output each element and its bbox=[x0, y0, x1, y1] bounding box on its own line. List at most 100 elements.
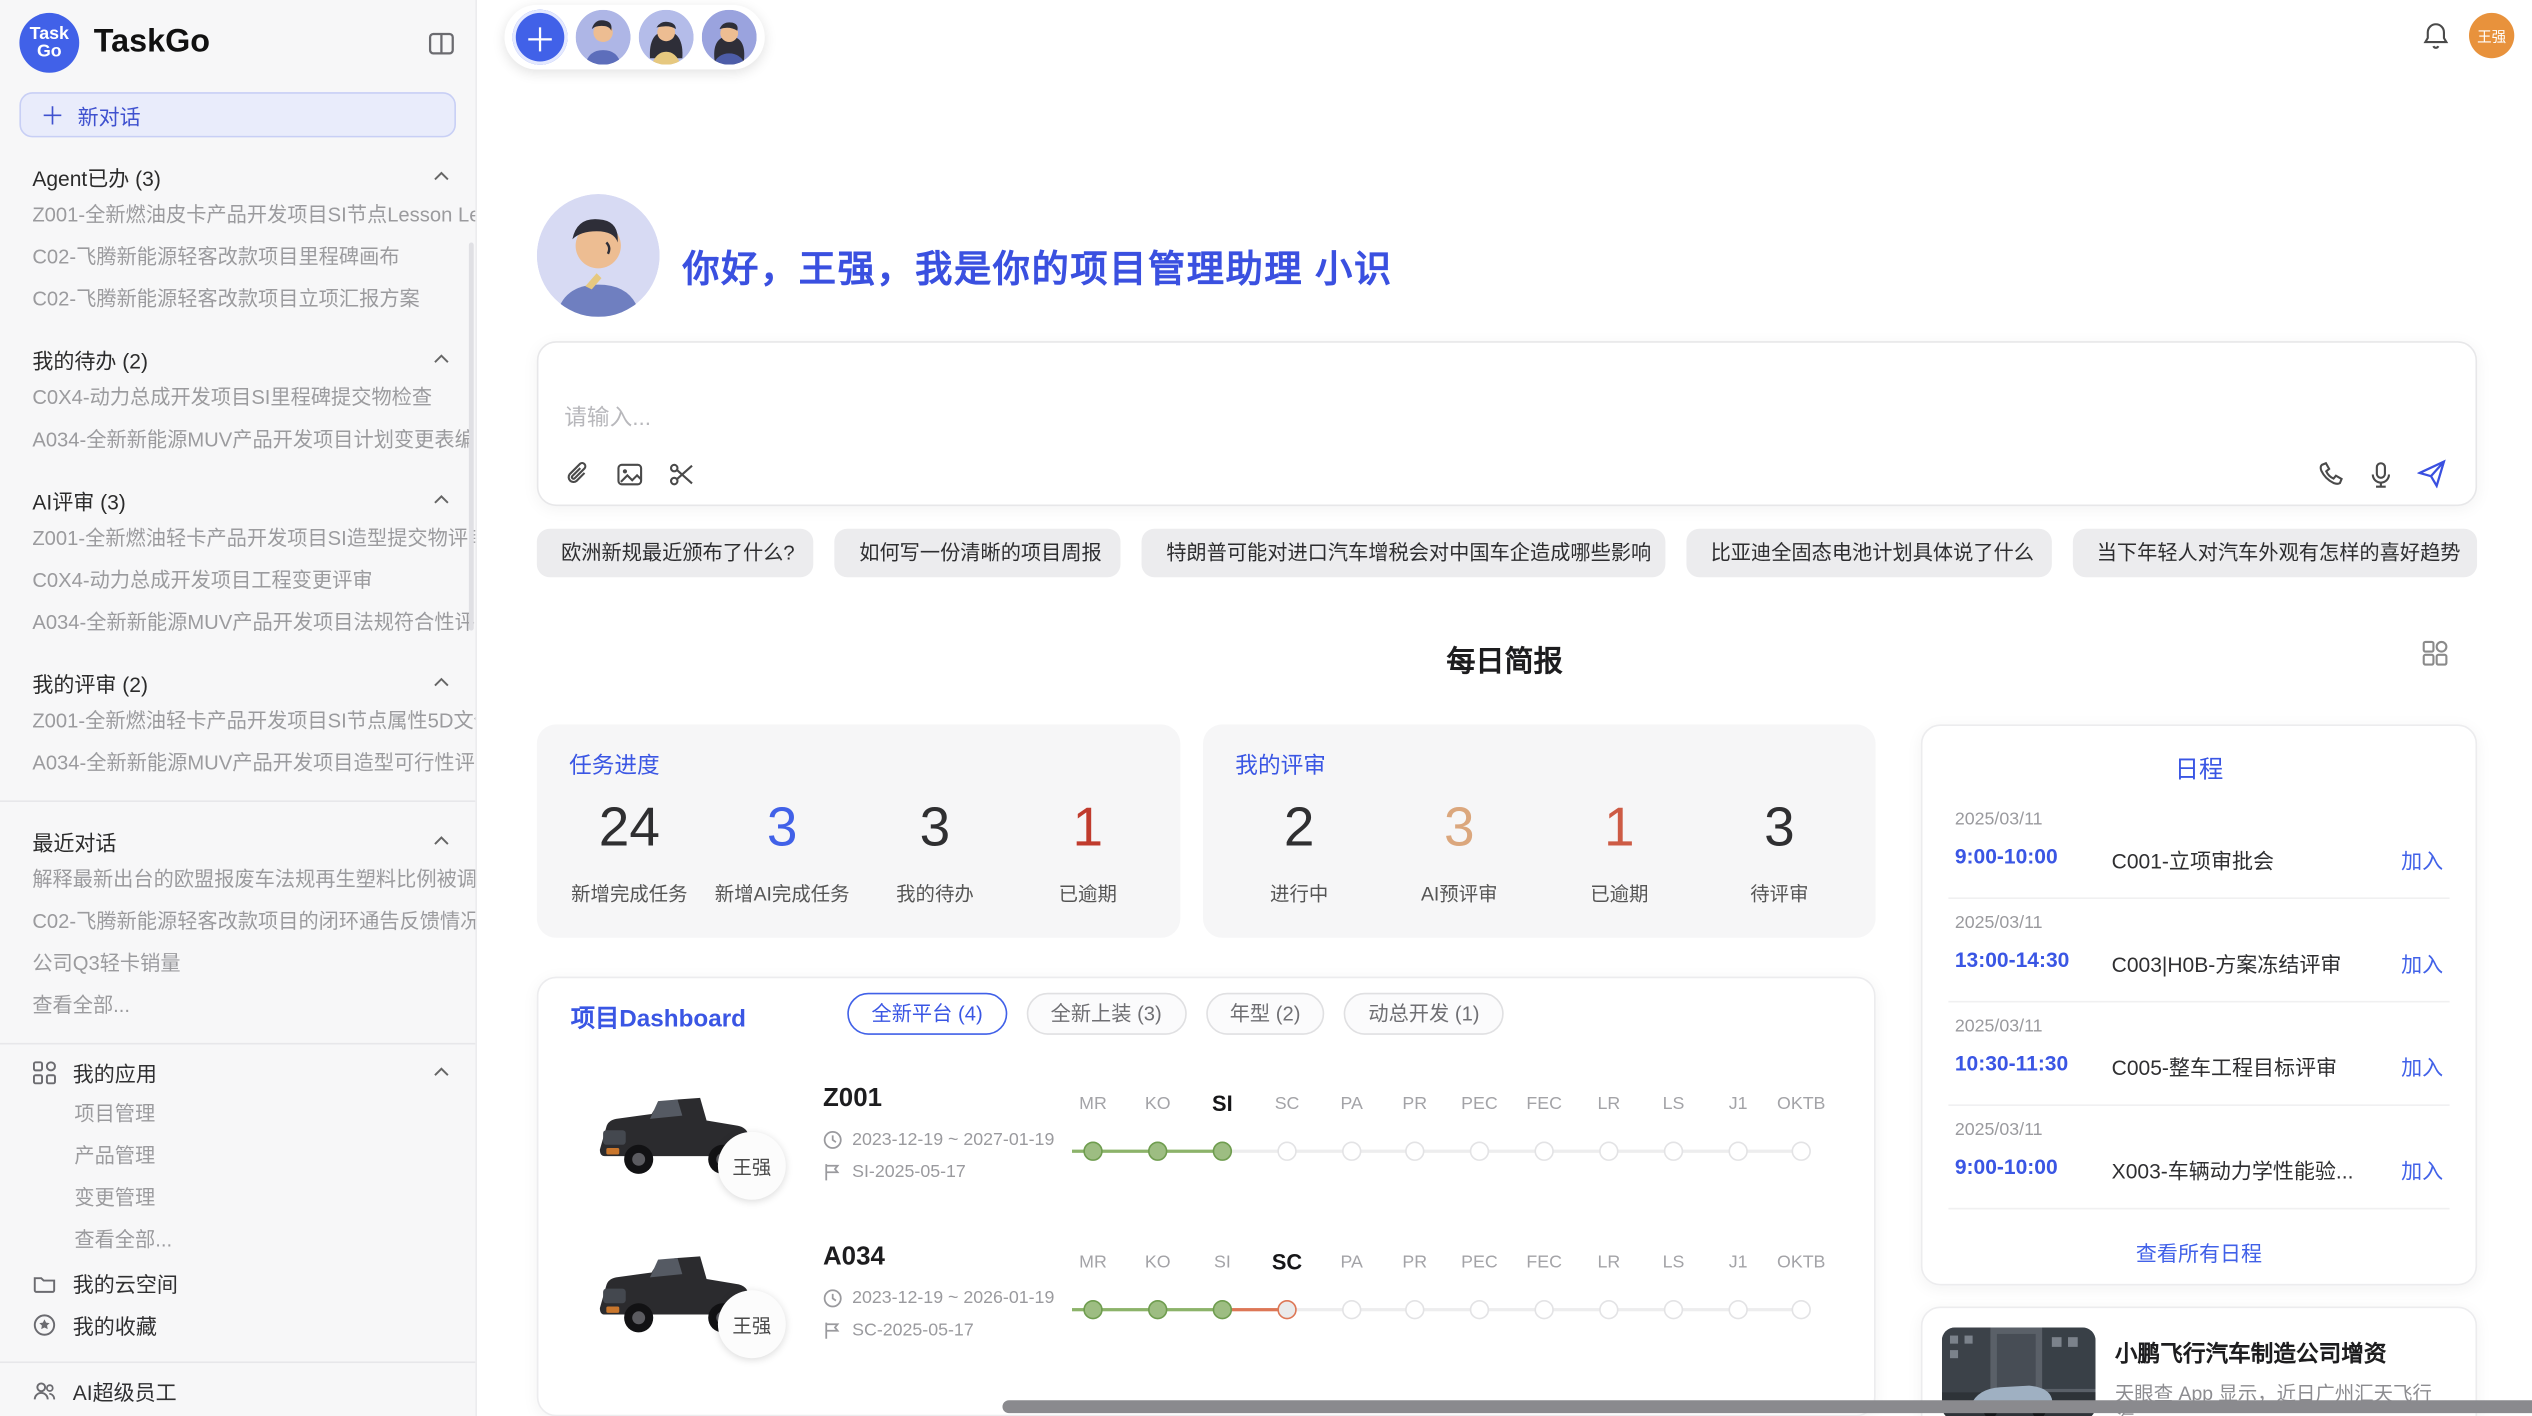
sidebar-item-label: AI超级员工 bbox=[73, 1375, 450, 1406]
view-all-link[interactable]: 查看全部... bbox=[32, 985, 475, 1027]
sidebar-scrollbar[interactable] bbox=[469, 243, 474, 631]
suggestion-chip[interactable]: 特朗普可能对进口汽车增税会对中国车企造成哪些影响 bbox=[1142, 529, 1665, 578]
stat: 3我的待办 bbox=[859, 786, 1012, 938]
notification-bell-icon[interactable] bbox=[2422, 21, 2449, 50]
list-item[interactable]: C02-飞腾新能源轻客改款项目里程碑画布 bbox=[32, 236, 475, 278]
milestone-label: KO bbox=[1122, 1095, 1193, 1114]
divider bbox=[0, 800, 475, 802]
sidebar-item-help-me-write[interactable]: 帮我写作 bbox=[32, 1412, 475, 1416]
sidebar-item-my-apps[interactable]: 我的应用 bbox=[32, 1051, 475, 1093]
section-my-todo[interactable]: 我的待办 (2) bbox=[32, 341, 475, 377]
project-row[interactable]: 王强 A034 2023-12-19 ~ 2026-01-19 SC-2025-… bbox=[538, 1211, 1875, 1369]
stat-value: 3 bbox=[706, 786, 859, 870]
chevron-up-icon[interactable] bbox=[433, 836, 449, 846]
phone-icon[interactable] bbox=[2317, 460, 2344, 487]
flag-date: SC-2025-05-17 bbox=[852, 1321, 974, 1340]
stat: 1已逾期 bbox=[1539, 786, 1699, 938]
card-title: 任务进度 bbox=[569, 749, 660, 781]
list-item[interactable]: Z001-全新燃油轻卡产品开发项目SI节点属性5D文件评审 bbox=[32, 700, 475, 742]
list-item[interactable]: A034-全新新能源MUV产品开发项目法规符合性评审 bbox=[32, 601, 475, 643]
event-name: C005-整车工程目标评审 bbox=[2112, 1051, 2337, 1082]
join-link[interactable]: 加入 bbox=[2401, 1154, 2443, 1185]
list-item[interactable]: C02-飞腾新能源轻客改款项目立项汇报方案 bbox=[32, 278, 475, 320]
attachment-icon[interactable] bbox=[564, 461, 591, 488]
join-link[interactable]: 加入 bbox=[2401, 948, 2443, 979]
chevron-up-icon[interactable] bbox=[433, 171, 449, 181]
stat: 2进行中 bbox=[1219, 786, 1379, 938]
user-avatar[interactable]: 王强 bbox=[2469, 13, 2514, 58]
list-item[interactable]: C0X4-动力总成开发项目工程变更评审 bbox=[32, 559, 475, 601]
horizontal-scrollbar[interactable] bbox=[1002, 1400, 2532, 1413]
sidebar-item-change-mgmt[interactable]: 变更管理 bbox=[32, 1177, 475, 1219]
chevron-up-icon[interactable] bbox=[433, 495, 449, 505]
milestone-label: PA bbox=[1316, 1253, 1387, 1272]
sidebar-item-cloud-space[interactable]: 我的云空间 bbox=[32, 1261, 475, 1303]
milestone-dot bbox=[1792, 1300, 1811, 1319]
join-link[interactable]: 加入 bbox=[2401, 1051, 2443, 1082]
section-ai-review[interactable]: AI评审 (3) bbox=[32, 482, 475, 518]
tab-new-body[interactable]: 全新上装 (3) bbox=[1026, 993, 1186, 1035]
list-item[interactable]: 公司Q3轻卡销量 bbox=[32, 943, 475, 985]
milestone-dot bbox=[1470, 1142, 1489, 1161]
sidebar-item-ai-super-staff[interactable]: AI超级员工 bbox=[32, 1370, 475, 1412]
sidebar: Task Go TaskGo ＋ 新对话 Agent已办 (3) Z001-全新… bbox=[0, 0, 477, 1416]
milestone-label: FEC bbox=[1509, 1253, 1580, 1272]
agent-avatar-3[interactable] bbox=[702, 10, 757, 65]
suggestion-chip[interactable]: 如何写一份清晰的项目周报 bbox=[835, 529, 1121, 578]
stat-label: 待评审 bbox=[1699, 880, 1859, 907]
stat-value: 3 bbox=[1699, 786, 1859, 870]
join-link[interactable]: 加入 bbox=[2401, 844, 2443, 875]
list-item[interactable]: A034-全新新能源MUV产品开发项目造型可行性评审 bbox=[32, 742, 475, 784]
list-item[interactable]: Z001-全新燃油轻卡产品开发项目SI造型提交物评审 bbox=[32, 517, 475, 559]
layout-grid-icon[interactable] bbox=[2422, 640, 2448, 666]
agent-avatar-1[interactable] bbox=[576, 10, 631, 65]
chevron-up-icon[interactable] bbox=[433, 677, 449, 687]
tab-model-year[interactable]: 年型 (2) bbox=[1205, 993, 1324, 1035]
section-my-review[interactable]: 我的评审 (2) bbox=[32, 665, 475, 701]
tab-powertrain-dev[interactable]: 动总开发 (1) bbox=[1344, 993, 1504, 1035]
sidebar-item-favorites[interactable]: 我的收藏 bbox=[32, 1303, 475, 1345]
chevron-up-icon[interactable] bbox=[433, 354, 449, 364]
sidebar-item-product-mgmt[interactable]: 产品管理 bbox=[32, 1135, 475, 1177]
microphone-icon[interactable] bbox=[2367, 460, 2394, 487]
list-item[interactable]: C02-飞腾新能源轻客改款项目的闭环通告反馈情况 bbox=[32, 901, 475, 943]
milestone-label: PEC bbox=[1444, 1095, 1515, 1114]
suggestion-chip[interactable]: 比亚迪全固态电池计划具体说了什么 bbox=[1686, 529, 2051, 578]
view-all-schedule-link[interactable]: 查看所有日程 bbox=[1922, 1237, 2475, 1268]
add-agent-button[interactable]: ＋ bbox=[513, 10, 568, 65]
collapse-sidebar-icon[interactable] bbox=[427, 28, 456, 57]
milestone-label: FEC bbox=[1509, 1095, 1580, 1114]
section-title: Agent已办 (3) bbox=[32, 161, 433, 192]
new-chat-button[interactable]: ＋ 新对话 bbox=[19, 92, 456, 137]
scissors-icon[interactable] bbox=[668, 461, 695, 488]
event-name: C001-立项审批会 bbox=[2112, 844, 2274, 875]
milestone-dot bbox=[1728, 1300, 1747, 1319]
list-item[interactable]: Z001-全新燃油皮卡产品开发项目SI节点Lesson Learn报告 bbox=[32, 194, 475, 236]
event-time: 9:00-10:00 bbox=[1955, 844, 2058, 868]
milestone-label: MR bbox=[1057, 1253, 1128, 1272]
send-icon[interactable] bbox=[2417, 459, 2446, 488]
suggestion-chip[interactable]: 当下年轻人对汽车外观有怎样的喜好趋势 bbox=[2072, 529, 2477, 578]
section-agent-done[interactable]: Agent已办 (3) bbox=[32, 158, 475, 194]
list-item[interactable]: 解释最新出台的欧盟报废车法规再生塑料比例被调至15%... bbox=[32, 859, 475, 901]
image-icon[interactable] bbox=[616, 461, 643, 488]
sidebar-item-project-mgmt[interactable]: 项目管理 bbox=[32, 1093, 475, 1135]
project-row[interactable]: 王强 Z001 2023-12-19 ~ 2027-01-19 SI-2025-… bbox=[538, 1053, 1875, 1211]
list-item[interactable]: A034-全新新能源MUV产品开发项目计划变更表编写 bbox=[32, 419, 475, 461]
stat-label: 新增完成任务 bbox=[553, 880, 706, 907]
tab-all-new-platform[interactable]: 全新平台 (4) bbox=[847, 993, 1007, 1035]
my-review-card: 我的评审 2进行中 3AI预评审 1已逾期 3待评审 bbox=[1203, 724, 1876, 937]
stat-label: 进行中 bbox=[1219, 880, 1379, 907]
chevron-up-icon[interactable] bbox=[433, 1067, 449, 1077]
milestone-dot-done bbox=[1148, 1300, 1167, 1319]
section-recent-chats[interactable]: 最近对话 bbox=[32, 823, 475, 859]
chat-input[interactable] bbox=[564, 401, 2019, 450]
list-item[interactable]: C0X4-动力总成开发项目SI里程碑提交物检查 bbox=[32, 377, 475, 419]
project-dates: 2023-12-19 ~ 2026-01-19 bbox=[823, 1289, 1054, 1308]
milestone-dot-done bbox=[1083, 1300, 1102, 1319]
milestone-dot-done bbox=[1148, 1142, 1167, 1161]
daily-brief-title: 每日简报 bbox=[477, 639, 2532, 681]
view-all-link[interactable]: 查看全部... bbox=[32, 1219, 475, 1261]
suggestion-chip[interactable]: 欧洲新规最近颁布了什么? bbox=[537, 529, 814, 578]
agent-avatar-2[interactable] bbox=[639, 10, 694, 65]
